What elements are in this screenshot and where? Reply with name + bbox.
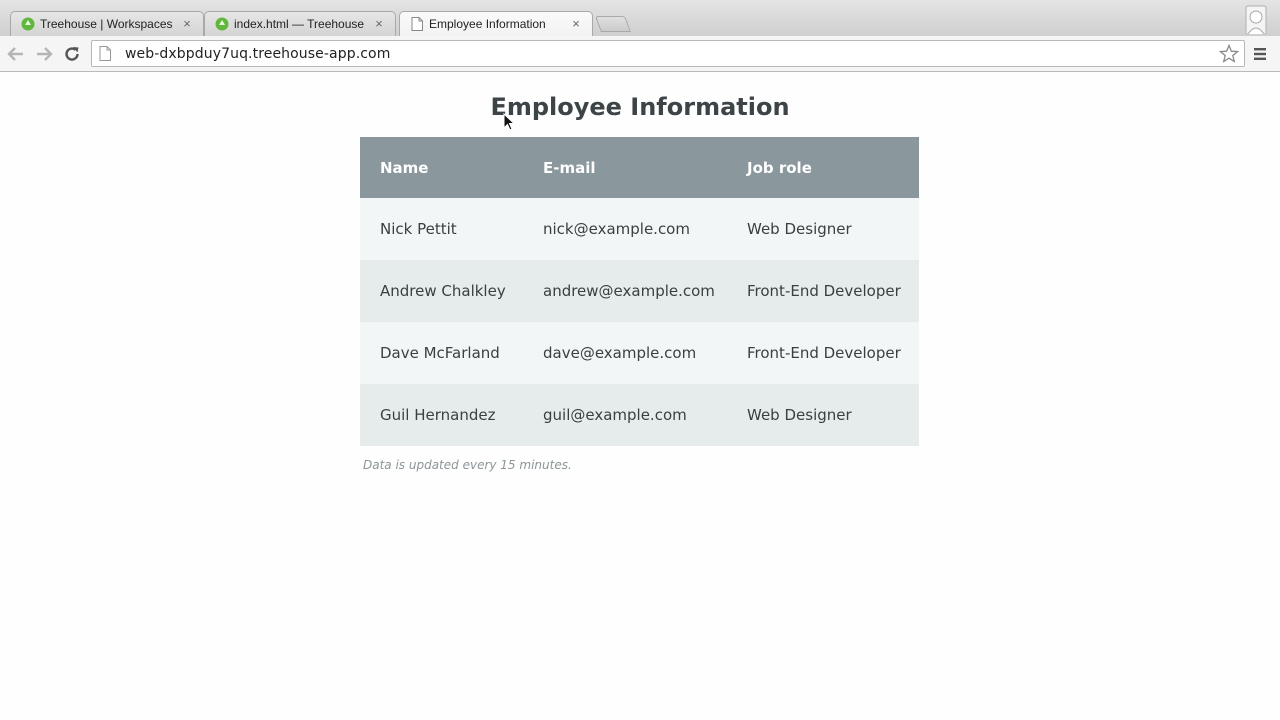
- tab-title: Employee Information: [429, 17, 546, 31]
- employee-name: Guil Hernandez: [360, 384, 523, 446]
- page-title: Employee Information: [490, 93, 790, 121]
- user-profile-icon[interactable]: [1244, 4, 1268, 35]
- employee-email: andrew@example.com: [523, 260, 727, 322]
- close-tab-icon[interactable]: ×: [570, 17, 582, 30]
- table-row: Andrew Chalkley andrew@example.com Front…: [360, 260, 919, 322]
- address-bar[interactable]: web-dxbpduy7uq.treehouse-app.com: [91, 40, 1245, 67]
- treehouse-logo-icon: [21, 17, 35, 31]
- hamburger-menu-icon[interactable]: [1252, 46, 1268, 62]
- column-header-job-role: Job role: [727, 137, 919, 198]
- table-caption: Data is updated every 15 minutes.: [363, 458, 572, 472]
- tab-employee-information[interactable]: Employee Information ×: [399, 11, 593, 36]
- tab-index-html[interactable]: index.html — Treehouse Workspaces ×: [204, 11, 396, 36]
- employee-email: dave@example.com: [523, 322, 727, 384]
- table-row: Dave McFarland dave@example.com Front-En…: [360, 322, 919, 384]
- employee-job-role: Web Designer: [727, 384, 919, 446]
- new-tab-button[interactable]: [595, 16, 631, 32]
- back-arrow-icon[interactable]: [6, 44, 26, 64]
- close-tab-icon[interactable]: ×: [373, 17, 385, 30]
- employee-email: nick@example.com: [523, 198, 727, 260]
- employee-job-role: Front-End Developer: [727, 260, 919, 322]
- employee-job-role: Front-End Developer: [727, 322, 919, 384]
- table-header-row: Name E-mail Job role: [360, 137, 919, 198]
- tab-title: index.html — Treehouse Workspaces: [234, 17, 367, 31]
- tab-treehouse-workspaces[interactable]: Treehouse | Workspaces ×: [10, 11, 204, 36]
- bookmark-star-icon[interactable]: [1218, 43, 1240, 64]
- column-header-name: Name: [360, 137, 523, 198]
- table-row: Nick Pettit nick@example.com Web Designe…: [360, 198, 919, 260]
- table-row: Guil Hernandez guil@example.com Web Desi…: [360, 384, 919, 446]
- url-text: web-dxbpduy7uq.treehouse-app.com: [125, 45, 391, 62]
- column-header-email: E-mail: [523, 137, 727, 198]
- tab-strip: Treehouse | Workspaces × index.html — Tr…: [0, 0, 1280, 36]
- employee-name: Andrew Chalkley: [360, 260, 523, 322]
- employee-email: guil@example.com: [523, 384, 727, 446]
- close-tab-icon[interactable]: ×: [181, 17, 193, 30]
- page-icon: [410, 17, 424, 31]
- mouse-cursor-icon: [503, 112, 516, 131]
- employee-table: Name E-mail Job role Nick Pettit nick@ex…: [360, 137, 919, 446]
- forward-arrow-icon[interactable]: [34, 44, 54, 64]
- reload-icon[interactable]: [62, 44, 82, 64]
- employee-job-role: Web Designer: [727, 198, 919, 260]
- treehouse-logo-icon: [215, 17, 229, 31]
- browser-toolbar: web-dxbpduy7uq.treehouse-app.com: [0, 36, 1280, 72]
- employee-name: Dave McFarland: [360, 322, 523, 384]
- page-icon: [99, 45, 113, 62]
- tab-title: Treehouse | Workspaces: [40, 17, 173, 31]
- employee-name: Nick Pettit: [360, 198, 523, 260]
